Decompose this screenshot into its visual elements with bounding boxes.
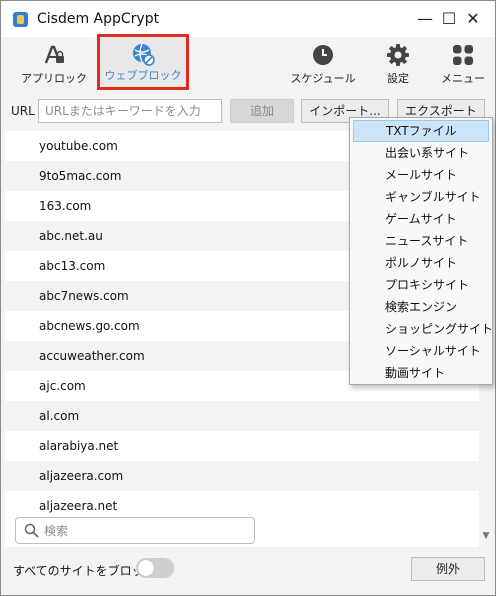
window-title: Cisdem AppCrypt (37, 11, 160, 27)
menu-label: メニュー (441, 72, 485, 85)
scroll-down-arrow[interactable]: ▼ (480, 531, 492, 541)
app-window: Cisdem AppCrypt — ☐ ✕ アプリロック ウェブブロック スケジ… (0, 0, 496, 596)
title-bar: Cisdem AppCrypt — ☐ ✕ (1, 1, 495, 37)
site-row[interactable]: alarabiya.net (5, 431, 479, 461)
settings-button[interactable]: 設定 (375, 37, 421, 93)
url-label: URL (11, 104, 35, 118)
web-block-button[interactable]: ウェブブロック (97, 34, 189, 90)
schedule-button[interactable]: スケジュール (287, 37, 359, 93)
import-menu-item[interactable]: ショッピングサイト (353, 318, 493, 340)
web-block-icon (131, 42, 155, 69)
toolbar: アプリロック ウェブブロック スケジュール 設定 メニュー (1, 34, 495, 93)
app-lock-button[interactable]: アプリロック (15, 37, 93, 93)
search-icon (24, 523, 39, 538)
web-block-label: ウェブブロック (104, 69, 182, 82)
import-menu-item[interactable]: TXTファイル (353, 120, 489, 142)
import-menu-item[interactable]: 出会い系サイト (353, 142, 489, 164)
app-lock-label: アプリロック (21, 72, 87, 85)
search-input[interactable] (44, 521, 244, 540)
block-all-label: すべてのサイトをブロック (13, 564, 156, 578)
import-dropdown-menu: TXTファイル 出会い系サイト メールサイト ギャンブルサイト ゲームサイト ニュースサイ… (349, 117, 493, 385)
import-menu-item[interactable]: ソーシャルサイト (353, 340, 489, 362)
app-lock-icon (42, 43, 66, 70)
site-row[interactable]: aljazeera.com (5, 461, 479, 491)
import-menu-item[interactable]: ポルノサイト (353, 252, 489, 274)
import-menu-item[interactable]: メールサイト (353, 164, 489, 186)
exception-button[interactable]: 例外 (411, 557, 485, 581)
close-button[interactable]: ✕ (463, 9, 483, 29)
import-menu-item[interactable]: ニュースサイト (353, 230, 489, 252)
menu-button[interactable]: メニュー (437, 37, 489, 93)
grid-icon (451, 43, 475, 70)
search-box[interactable] (15, 517, 255, 544)
app-logo-icon (13, 12, 28, 27)
toggle-knob (138, 560, 154, 576)
block-all-toggle[interactable] (136, 558, 174, 578)
import-menu-item[interactable]: ゲームサイト (353, 208, 489, 230)
import-menu-item[interactable]: プロキシサイト (353, 274, 489, 296)
url-input[interactable] (38, 99, 222, 123)
import-menu-item[interactable]: 検索エンジン (353, 296, 489, 318)
add-button[interactable]: 追加 (230, 99, 294, 123)
minimize-button[interactable]: — (415, 9, 435, 29)
import-menu-item[interactable]: ギャンブルサイト (353, 186, 489, 208)
schedule-label: スケジュール (290, 72, 356, 85)
import-menu-item[interactable]: 動画サイト (353, 362, 489, 384)
site-row[interactable]: al.com (5, 401, 479, 431)
gear-icon (386, 43, 410, 70)
clock-icon (311, 43, 335, 70)
settings-label: 設定 (387, 72, 409, 85)
maximize-button[interactable]: ☐ (439, 9, 459, 29)
